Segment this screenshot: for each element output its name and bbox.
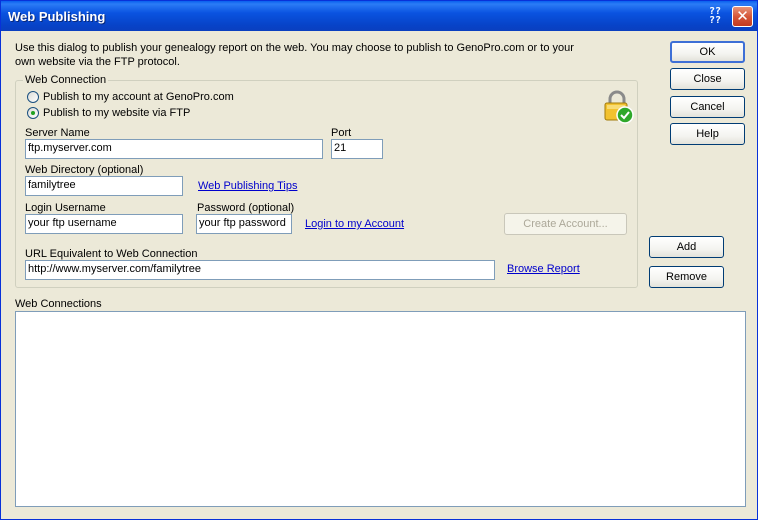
cancel-button[interactable]: Cancel	[670, 96, 745, 118]
port-input[interactable]: 21	[331, 139, 383, 159]
help-button[interactable]: Help	[670, 123, 745, 145]
add-button[interactable]: Add	[649, 236, 724, 258]
login-username-input[interactable]: your ftp username	[25, 214, 183, 234]
url-label: URL Equivalent to Web Connection	[25, 248, 198, 260]
password-label: Password (optional)	[197, 202, 295, 214]
radio-genopro[interactable]	[27, 91, 39, 103]
login-username-label: Login Username	[25, 202, 106, 214]
window-title: Web Publishing	[8, 9, 106, 24]
server-name-label: Server Name	[25, 127, 90, 139]
title-bar: Web Publishing ???? ✕	[1, 1, 757, 31]
create-account-button[interactable]: Create Account...	[504, 213, 627, 235]
radio-ftp[interactable]	[27, 107, 39, 119]
remove-button[interactable]: Remove	[649, 266, 724, 288]
login-to-account-link[interactable]: Login to my Account	[305, 218, 404, 230]
browse-report-link[interactable]: Browse Report	[507, 263, 580, 275]
ok-button[interactable]: OK	[670, 41, 745, 63]
context-help-icon[interactable]: ????	[705, 7, 725, 26]
web-connections-list[interactable]	[15, 311, 746, 507]
password-input[interactable]: your ftp password	[196, 214, 292, 234]
radio-genopro-label[interactable]: Publish to my account at GenoPro.com	[43, 91, 234, 103]
close-window-button[interactable]: ✕	[732, 6, 753, 27]
web-publishing-tips-link[interactable]: Web Publishing Tips	[198, 180, 297, 192]
web-connections-label: Web Connections	[15, 298, 102, 310]
web-directory-input[interactable]: familytree	[25, 176, 183, 196]
radio-ftp-label[interactable]: Publish to my website via FTP	[43, 107, 190, 119]
server-name-input[interactable]: ftp.myserver.com	[25, 139, 323, 159]
web-connection-legend: Web Connection	[23, 74, 109, 86]
url-input[interactable]: http://www.myserver.com/familytree	[25, 260, 495, 280]
web-directory-label: Web Directory (optional)	[25, 164, 144, 176]
port-label: Port	[331, 127, 352, 139]
lock-check-icon	[604, 90, 634, 124]
close-button[interactable]: Close	[670, 68, 745, 90]
intro-text: Use this dialog to publish your genealog…	[15, 42, 574, 68]
web-publishing-dialog: Web Publishing ???? ✕ Use this dialog to…	[0, 0, 758, 520]
